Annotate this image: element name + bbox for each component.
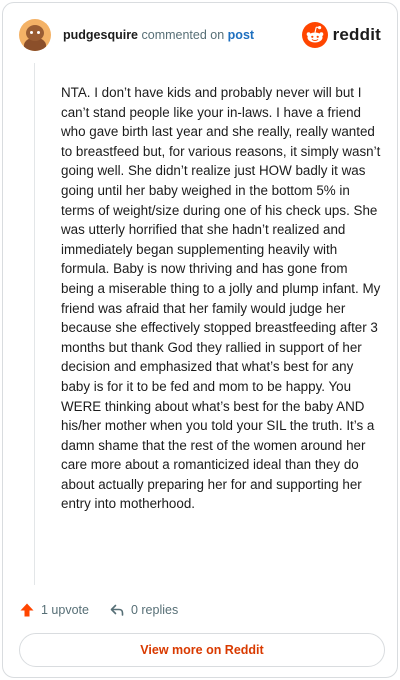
comment-embed-card: pudgesquire commented on post reddit NTA… [2,2,398,678]
avatar-head [26,25,44,41]
avatar-eye-right [37,31,40,34]
avatar-eye-left [30,31,33,34]
reply-arrow-icon [110,604,124,616]
comment-actions: 1 upvote 0 replies [19,599,198,621]
reddit-brand[interactable]: reddit [301,21,381,49]
action-text: commented on [141,28,225,42]
comment-header: pudgesquire commented on post reddit [19,19,381,55]
reddit-wordmark: reddit [332,25,381,44]
post-link[interactable]: post [228,28,254,42]
reddit-logo-icon [301,22,328,48]
view-more-button[interactable]: View more on Reddit [19,633,385,667]
upvote-button[interactable]: 1 upvote [19,602,89,618]
upvote-arrow-icon [20,603,34,617]
thread-line [34,63,35,585]
username-link[interactable]: pudgesquire [63,28,138,42]
upvote-count: 1 upvote [41,603,89,617]
replies-count: 0 replies [130,603,179,617]
snoo-avatar-icon[interactable] [19,19,51,51]
comment-body: NTA. I don’t have kids and probably neve… [61,85,381,512]
comment-meta: pudgesquire commented on post [63,28,254,42]
replies-button[interactable]: 0 replies [109,602,178,618]
